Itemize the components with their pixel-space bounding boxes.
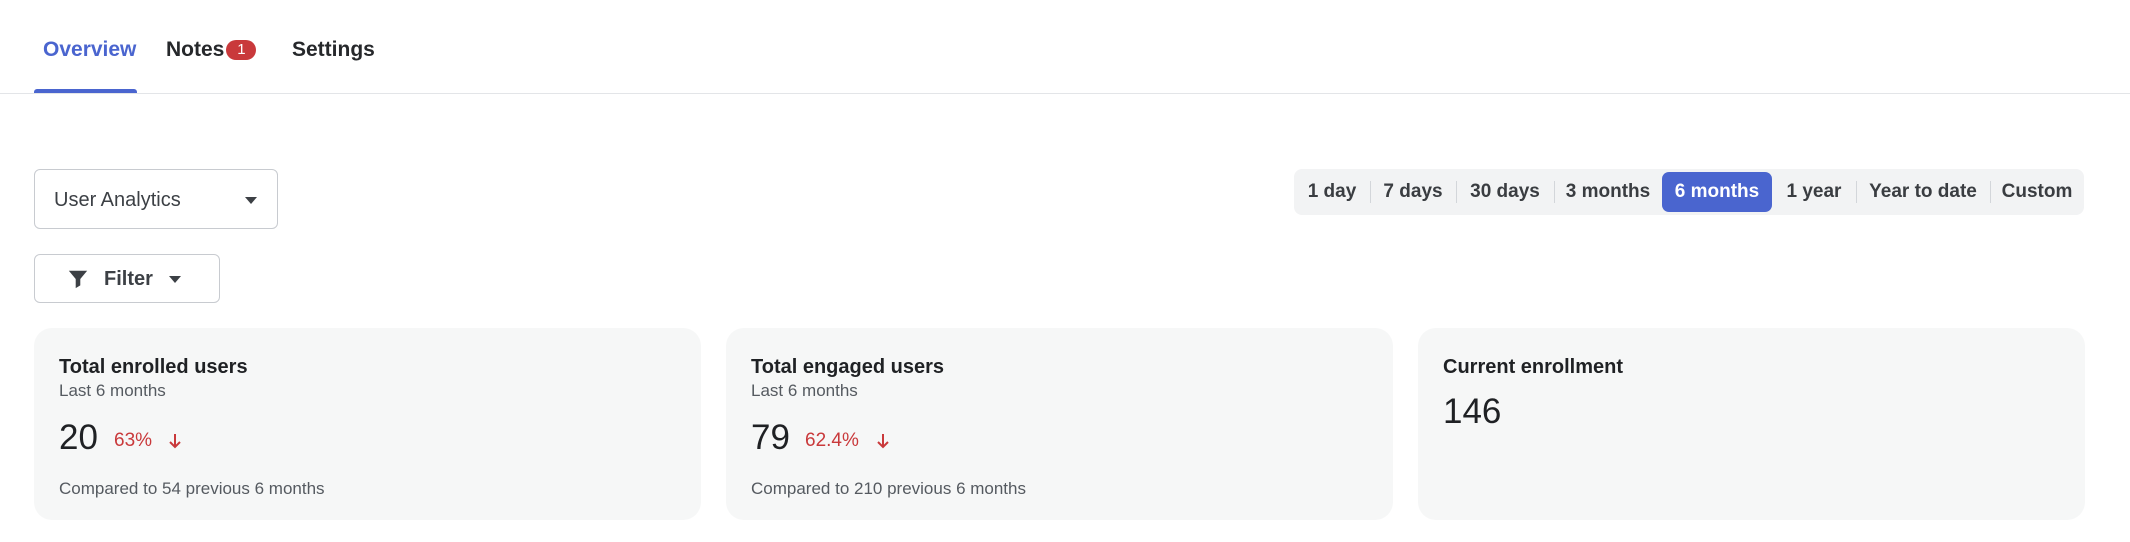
card-title: Total enrolled users [59, 356, 248, 378]
chevron-down-icon [169, 276, 181, 283]
card-value: 146 [1443, 392, 1502, 431]
card-subtitle: Last 6 months [751, 381, 858, 400]
range-option-1-year[interactable]: 1 year [1772, 169, 1856, 215]
tab-bar: Overview Notes 1 Settings [0, 0, 2130, 94]
card-comparison: Compared to 210 previous 6 months [751, 479, 1026, 498]
range-option-1-day[interactable]: 1 day [1294, 169, 1370, 215]
tab-settings[interactable]: Settings [292, 38, 375, 62]
tab-notes-label: Notes [166, 38, 225, 61]
active-tab-indicator [34, 89, 137, 93]
card-change: 62.4% [805, 430, 859, 451]
tab-notes[interactable]: Notes 1 [166, 38, 257, 62]
card-title: Total engaged users [751, 356, 945, 378]
card-comparison: Compared to 54 previous 6 months [59, 479, 325, 498]
current-enrollment-card: Current enrollment 146 [1418, 328, 2085, 520]
range-option-3-months[interactable]: 3 months [1554, 169, 1662, 215]
range-option-7-days[interactable]: 7 days [1370, 169, 1456, 215]
range-option-6-months[interactable]: 6 months [1662, 172, 1772, 212]
notes-count-badge: 1 [226, 40, 257, 60]
report-select[interactable]: User Analytics [34, 169, 278, 229]
filter-button[interactable]: Filter [34, 254, 220, 303]
range-option-year-to-date[interactable]: Year to date [1856, 169, 1990, 215]
engaged-users-card: Total engaged users Last 6 months 79 62.… [726, 328, 1393, 520]
arrow-down-icon [169, 434, 181, 449]
range-option-30-days[interactable]: 30 days [1456, 169, 1554, 215]
chevron-down-icon [245, 197, 257, 204]
report-select-value: User Analytics [54, 189, 181, 211]
card-change: 63% [114, 430, 153, 451]
tab-overview[interactable]: Overview [43, 38, 136, 62]
card-value: 20 [59, 418, 98, 457]
enrolled-users-card: Total enrolled users Last 6 months 20 63… [34, 328, 701, 520]
filter-label: Filter [104, 268, 153, 290]
card-value: 79 [751, 418, 790, 457]
arrow-down-icon [877, 434, 889, 449]
range-option-custom[interactable]: Custom [1990, 169, 2084, 215]
date-range-selector: 1 day 7 days 30 days 3 months 6 months 1… [1294, 169, 2084, 215]
card-subtitle: Last 6 months [59, 381, 166, 400]
card-title: Current enrollment [1443, 356, 1624, 378]
funnel-icon [68, 270, 88, 289]
